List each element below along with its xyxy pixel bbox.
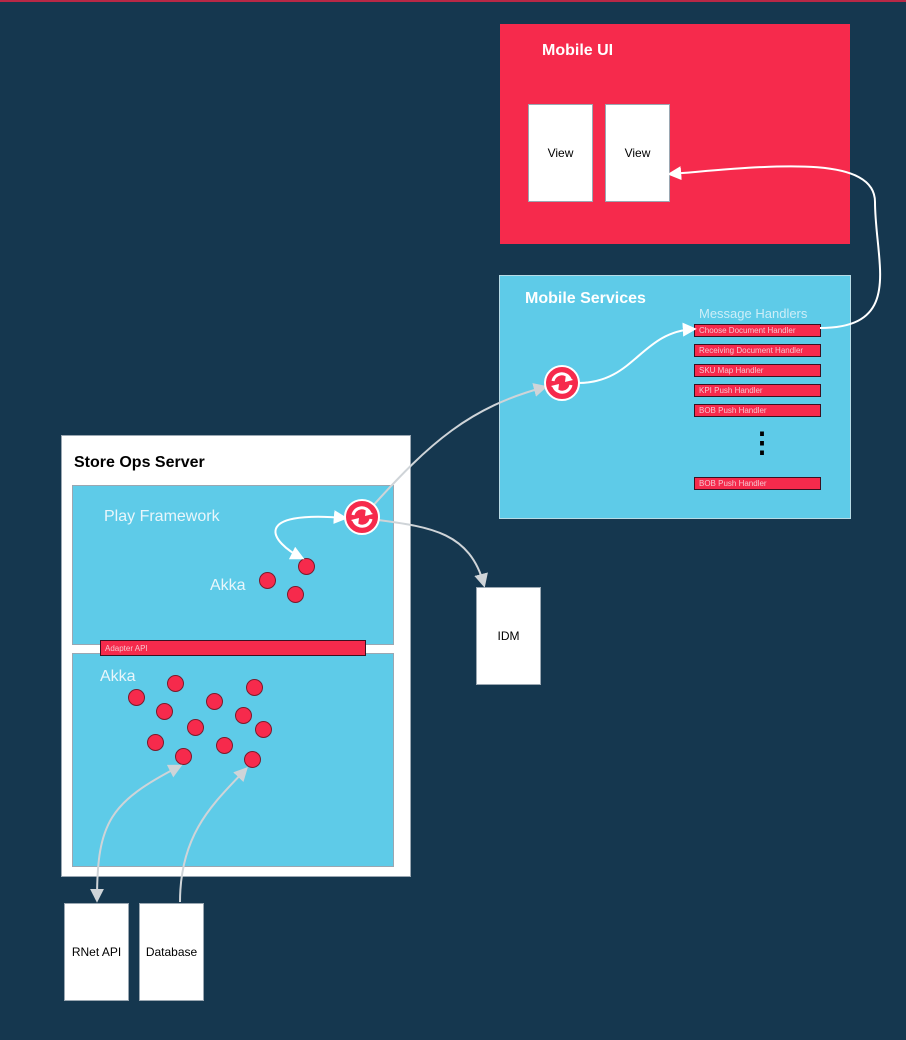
actor-dot [255,721,272,738]
handler-item: BOB Push Handler [694,404,821,417]
play-framework-label: Play Framework [104,508,220,525]
store-ops-server-panel: Store Ops Server Play Framework Akka Akk… [61,435,411,877]
akka-area: Akka [72,653,394,867]
store-ops-title: Store Ops Server [74,454,205,471]
actor-dot [156,703,173,720]
view-box: View [528,104,593,202]
database-box: Database [139,903,204,1001]
mobile-ui-title: Mobile UI [542,42,614,59]
actor-dot [235,707,252,724]
akka-label: Akka [100,668,136,685]
actor-dot [244,751,261,768]
actor-dot [167,675,184,692]
actor-dot [287,586,304,603]
rnet-api-box: RNet API [64,903,129,1001]
play-framework-area: Play Framework Akka [72,485,394,645]
mobile-ui-panel: Mobile UI View View [500,24,850,244]
actor-dot [298,558,315,575]
idm-box: IDM [476,587,541,685]
adapter-api-bar: Adapter API [100,640,366,656]
actor-dot [187,719,204,736]
play-akka-label: Akka [210,577,246,594]
actor-dot [147,734,164,751]
actor-dot [175,748,192,765]
handler-item: KPI Push Handler [694,384,821,397]
view-box: View [605,104,670,202]
handler-item: Choose Document Handler [694,324,821,337]
ellipsis-vertical: ⋮ [748,427,776,458]
handler-item: SKU Map Handler [694,364,821,377]
handler-item: Receiving Document Handler [694,344,821,357]
actor-dot [246,679,263,696]
message-handlers-heading: Message Handlers [699,306,808,321]
mobile-services-panel: Mobile Services Message Handlers Choose … [499,275,851,519]
handler-item-last: BOB Push Handler [694,477,821,490]
actor-dot [259,572,276,589]
actor-dot [206,693,223,710]
mobile-services-title: Mobile Services [525,290,646,307]
actor-dot [128,689,145,706]
actor-dot [216,737,233,754]
